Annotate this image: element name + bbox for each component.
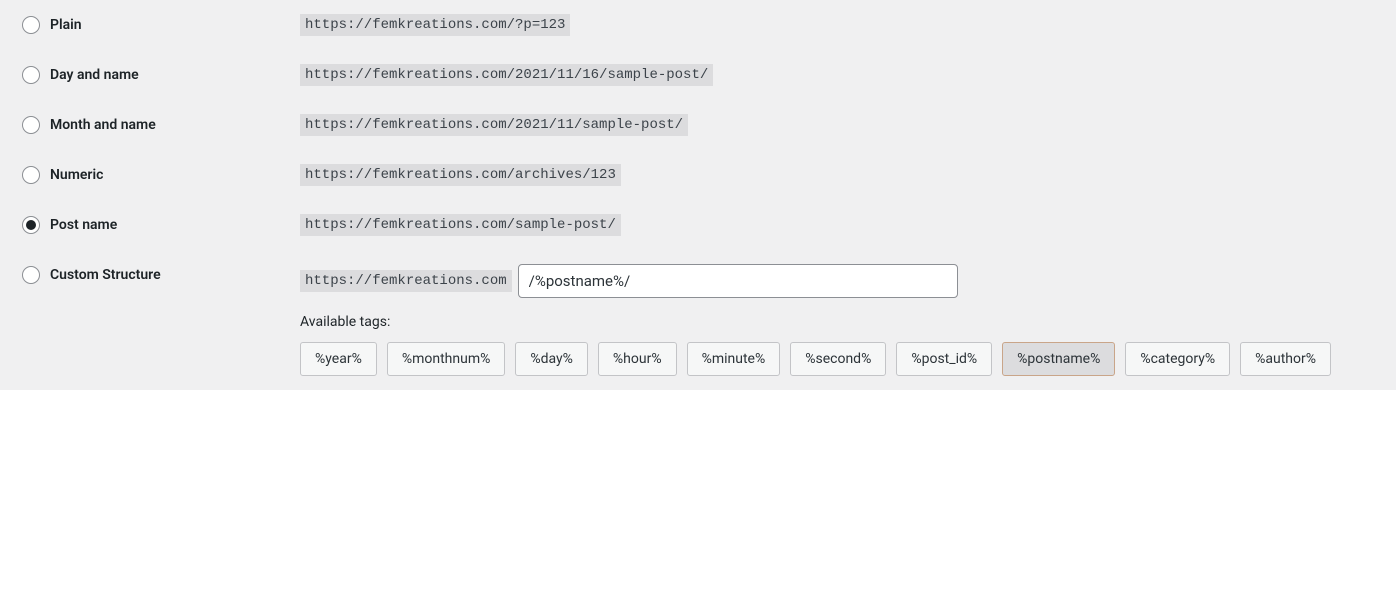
permalink-settings-table: Plain https://femkreations.com/?p=123 Da… [0, 0, 1396, 390]
permalink-example-postname: https://femkreations.com/sample-post/ [300, 214, 621, 236]
permalink-option-dayname-row: Day and name https://femkreations.com/20… [0, 50, 1396, 100]
permalink-option-postname[interactable]: Post name [22, 214, 300, 234]
permalink-example-cell: https://femkreations.com/?p=123 [300, 14, 1396, 36]
permalink-example-cell: https://femkreations.com/archives/123 [300, 164, 1396, 186]
tag-hour[interactable]: %hour% [598, 342, 677, 376]
radio-label-monthname: Month and name [50, 117, 156, 133]
permalink-option-dayname[interactable]: Day and name [22, 64, 300, 84]
permalink-example-cell: https://femkreations.com/2021/11/16/samp… [300, 64, 1396, 86]
tag-post-id[interactable]: %post_id% [896, 342, 992, 376]
radio-label-plain: Plain [50, 17, 82, 33]
radio-postname[interactable] [22, 216, 40, 234]
tag-second[interactable]: %second% [790, 342, 886, 376]
permalink-option-monthname-row: Month and name https://femkreations.com/… [0, 100, 1396, 150]
permalink-example-dayname: https://femkreations.com/2021/11/16/samp… [300, 64, 713, 86]
available-tags-label: Available tags: [300, 314, 390, 330]
permalink-option-numeric[interactable]: Numeric [22, 164, 300, 184]
radio-dayname[interactable] [22, 66, 40, 84]
radio-label-numeric: Numeric [50, 167, 103, 183]
permalink-option-plain-row: Plain https://femkreations.com/?p=123 [0, 0, 1396, 50]
permalink-example-cell: https://femkreations.com/2021/11/sample-… [300, 114, 1396, 136]
available-tags-container: %year% %monthnum% %day% %hour% %minute% … [300, 342, 1331, 376]
custom-structure-line: https://femkreations.com [300, 264, 958, 298]
tag-postname[interactable]: %postname% [1002, 342, 1115, 376]
permalink-option-custom-row: Custom Structure https://femkreations.co… [0, 250, 1396, 390]
permalink-example-numeric: https://femkreations.com/archives/123 [300, 164, 621, 186]
permalink-custom-cell: https://femkreations.com Available tags:… [300, 264, 1396, 376]
radio-label-custom: Custom Structure [50, 267, 161, 283]
permalink-example-monthname: https://femkreations.com/2021/11/sample-… [300, 114, 688, 136]
tag-year[interactable]: %year% [300, 342, 377, 376]
radio-plain[interactable] [22, 16, 40, 34]
radio-custom[interactable] [22, 266, 40, 284]
permalink-option-monthname[interactable]: Month and name [22, 114, 300, 134]
tag-monthnum[interactable]: %monthnum% [387, 342, 506, 376]
tag-category[interactable]: %category% [1125, 342, 1230, 376]
tag-day[interactable]: %day% [515, 342, 588, 376]
permalink-option-postname-row: Post name https://femkreations.com/sampl… [0, 200, 1396, 250]
radio-numeric[interactable] [22, 166, 40, 184]
permalink-example-plain: https://femkreations.com/?p=123 [300, 14, 570, 36]
custom-base-url: https://femkreations.com [300, 270, 512, 292]
permalink-example-cell: https://femkreations.com/sample-post/ [300, 214, 1396, 236]
radio-monthname[interactable] [22, 116, 40, 134]
radio-label-postname: Post name [50, 217, 117, 233]
tag-minute[interactable]: %minute% [687, 342, 781, 376]
permalink-option-plain[interactable]: Plain [22, 14, 300, 34]
radio-label-dayname: Day and name [50, 67, 139, 83]
tag-author[interactable]: %author% [1240, 342, 1331, 376]
permalink-option-numeric-row: Numeric https://femkreations.com/archive… [0, 150, 1396, 200]
permalink-option-custom[interactable]: Custom Structure [22, 264, 300, 284]
custom-structure-input[interactable] [518, 264, 958, 298]
